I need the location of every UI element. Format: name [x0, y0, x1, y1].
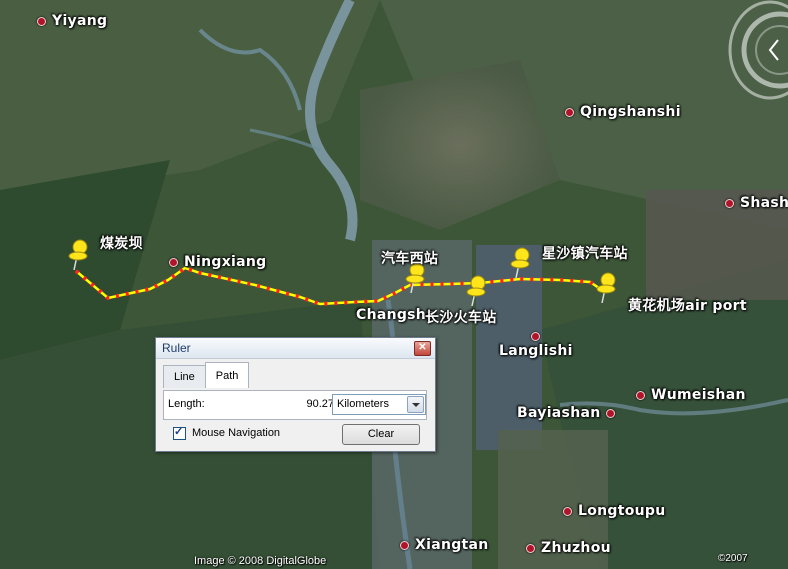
place-langlishi[interactable]: Langlishi [499, 332, 573, 359]
tab-line[interactable]: Line [163, 365, 206, 388]
pushpin-icon[interactable] [466, 274, 488, 306]
pushpin-icon[interactable] [68, 238, 90, 270]
length-label: Length: [168, 398, 205, 410]
place-marker-icon [565, 107, 574, 117]
place-longtoupu[interactable]: Longtoupu [563, 503, 666, 519]
clear-button[interactable]: Clear [342, 424, 420, 445]
satellite-imagery [0, 0, 788, 569]
length-value: 90.27 [306, 398, 334, 410]
place-marker-icon [526, 543, 535, 553]
tab-path[interactable]: Path [204, 362, 250, 388]
place-ningxiang[interactable]: Ningxiang [169, 254, 266, 270]
place-shash[interactable]: Shash [725, 195, 788, 211]
pushpin-icon[interactable] [596, 271, 618, 303]
place-xiangtan[interactable]: Xiangtan [400, 537, 489, 553]
place-meitanba[interactable]: 煤炭坝 [100, 233, 143, 253]
place-huanghua-airport[interactable]: 黄花机场air port [628, 295, 747, 315]
place-yiyang[interactable]: Yiyang [37, 13, 107, 29]
close-icon[interactable]: ✕ [414, 340, 431, 356]
place-changsha-railway-station[interactable]: 长沙火车站 [425, 307, 497, 327]
place-marker-icon [725, 198, 734, 208]
place-qingshanshi[interactable]: Qingshanshi [565, 104, 681, 120]
place-wumeishan[interactable]: Wumeishan [636, 387, 746, 403]
place-xingsha-bus-station[interactable]: 星沙镇汽车站 [542, 243, 628, 263]
mouse-navigation-label: Mouse Navigation [192, 427, 281, 439]
path-panel: Length: 90.27 Kilometers [163, 390, 427, 420]
place-marker-icon [169, 257, 178, 267]
ruler-tabs: Line Path [163, 362, 250, 388]
place-marker-icon [37, 16, 46, 26]
imagery-credit: Image © 2008 DigitalGlobe [194, 555, 327, 567]
place-west-bus-station[interactable]: 汽车西站 [381, 248, 438, 268]
satellite-map[interactable]: Yiyang Qingshanshi Shash 煤炭坝 Ningxiang 汽… [0, 0, 788, 569]
place-marker-icon [606, 408, 616, 418]
mouse-navigation-checkbox[interactable] [173, 425, 186, 440]
place-bayiashan[interactable]: Bayiashan [517, 405, 616, 421]
unit-select[interactable]: Kilometers [332, 394, 426, 415]
chevron-down-icon[interactable] [407, 396, 424, 413]
place-zhuzhou[interactable]: Zhuzhou [526, 540, 611, 556]
pushpin-icon[interactable] [510, 246, 532, 278]
navigation-compass-icon[interactable] [738, 0, 788, 100]
place-marker-icon [563, 506, 572, 516]
copyright-credit: ©2007 [718, 553, 748, 564]
ruler-titlebar[interactable]: Ruler ✕ [156, 338, 435, 359]
place-marker-icon [636, 390, 645, 400]
place-marker-icon [400, 540, 409, 550]
place-marker-icon [531, 332, 540, 341]
ruler-dialog: Ruler ✕ Line Path Length: 90.27 Kilomete… [155, 337, 436, 452]
unit-select-value: Kilometers [337, 398, 389, 410]
dialog-title: Ruler [162, 341, 191, 355]
place-changsha[interactable]: Changsha [356, 307, 436, 323]
